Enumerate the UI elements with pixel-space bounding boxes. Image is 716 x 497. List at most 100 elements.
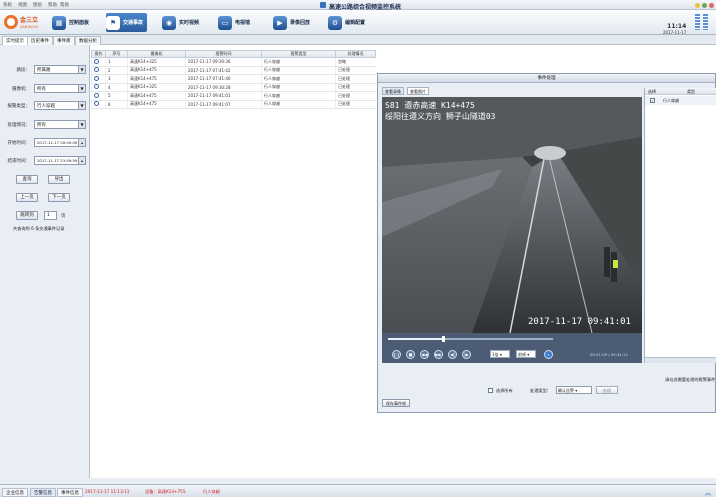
view-icon[interactable] (94, 84, 99, 90)
table-cell: 2017-11-17 09:30:28 (185, 83, 262, 92)
col-time[interactable]: 报警时间 (185, 50, 262, 58)
nav-dashboard[interactable]: ▦ 控制面板 (52, 13, 89, 32)
view-event-cell[interactable] (91, 83, 106, 92)
tab-event-info[interactable]: 事件信息 (57, 488, 83, 497)
menu-layer[interactable]: 图层 (33, 2, 42, 8)
col-action[interactable]: 操作 (91, 50, 106, 58)
view-icon[interactable] (94, 101, 99, 107)
end-time-input[interactable]: 2017-11-17 23:59:59 ▴ (34, 156, 86, 165)
select-all-checkbox[interactable] (488, 388, 493, 393)
view-event-cell[interactable] (91, 91, 106, 101)
handle-type-label: 处理类型： (530, 388, 551, 393)
nav-live-video[interactable]: ◉ 实时视频 (162, 13, 199, 32)
rewind-icon[interactable]: ◀◀ (420, 350, 429, 359)
view-icon[interactable] (94, 75, 99, 81)
menu-help-2[interactable]: 帮助 (60, 2, 69, 8)
playback-time: 09:41:09 / 09:41:12 (590, 352, 628, 357)
tab-alarm-info[interactable]: 告警信息 (30, 488, 56, 497)
chevron-down-icon: ▼ (78, 66, 85, 73)
nav-playback[interactable]: ▶ 录像回放 (273, 13, 310, 32)
prev-page-button[interactable]: 上一页 (16, 193, 38, 202)
camera-value: 所有 (37, 87, 46, 92)
view-event-cell[interactable] (91, 57, 106, 67)
view-event-cell[interactable] (91, 66, 106, 75)
col-camera[interactable]: 摄像机 (127, 50, 186, 58)
clock: 11:14 2017-11-17 (663, 23, 686, 35)
road-value: 所属路 (37, 68, 51, 73)
table-row[interactable]: 2 高速K14+475 2017-11-17 07:41:42 行人穿越 已处理 (91, 66, 376, 75)
camera-label: 摄像机： (12, 87, 30, 92)
end-time-value: 2017-11-17 23:59:59 (37, 158, 78, 163)
road-label: 路段： (16, 68, 31, 73)
handle-button[interactable]: 处理 (596, 386, 618, 394)
camera-select[interactable]: 所有 ▼ (34, 84, 86, 93)
menu-view[interactable]: 视图 (18, 2, 27, 8)
page-input[interactable]: 1 (44, 211, 57, 220)
menu-help[interactable]: 帮助 (48, 2, 57, 8)
tab-view-image[interactable]: 查看图片 (407, 87, 429, 95)
table-cell: 已处理 (335, 66, 376, 75)
jump-button[interactable]: 跳转到 (16, 211, 38, 220)
start-time-input[interactable]: 2017-11-17 00:00:00 ▴ (34, 138, 86, 147)
road-select[interactable]: 所属路 ▼ (34, 65, 86, 74)
table-row[interactable]: 5 高速K14+475 2017-11-17 09:41:01 行人穿越 已处理 (91, 91, 376, 101)
table-cell: 6 (105, 100, 128, 109)
col-status[interactable]: 处理情况 (335, 50, 376, 58)
frame-select[interactable]: 前帧 ▾ (516, 350, 536, 358)
table-cell: 2017-11-17 09:41:01 (185, 91, 262, 101)
playback-controls: ❙❙ ■ ◀◀ ▶▶ ◀| |▶ 1倍 ▾ 前帧 ▾ ⌕ 09:41:09 / … (382, 333, 642, 363)
tab-enterprise-info[interactable]: 企业信息 (2, 488, 28, 497)
nav-accident[interactable]: ⚑ 交通事故 (106, 13, 148, 32)
list-scrollbar[interactable] (645, 357, 716, 363)
handle-select[interactable]: 所有 ▼ (34, 120, 86, 129)
query-button[interactable]: 查询 (16, 175, 38, 184)
tab-event-library[interactable]: 事件库 (53, 36, 75, 45)
alarm-type-select[interactable]: 行人穿越 ▼ (34, 101, 86, 110)
view-icon[interactable] (94, 58, 99, 64)
save-frame-button[interactable]: 保存事件帧 (382, 399, 410, 407)
table-row[interactable]: 3 高速K14+475 2017-11-17 07:41:46 行人穿越 已处理 (91, 74, 376, 84)
view-icon[interactable] (94, 67, 99, 73)
progress-fill (388, 338, 443, 340)
next-page-button[interactable]: 下一页 (48, 193, 70, 202)
alarm-type-label: 报警类型： (7, 104, 31, 109)
table-row[interactable]: 4 高速K14+325 2017-11-17 09:30:28 行人穿越 已处理 (91, 83, 376, 92)
col-type[interactable]: 报警类型 (261, 50, 336, 58)
table-row[interactable]: 1 高速K14+325 2017-11-17 09:30:36 行人穿越 忽略 (91, 57, 376, 67)
close-icon[interactable] (709, 3, 714, 8)
export-button[interactable]: 导出 (48, 175, 70, 184)
stop-icon[interactable]: ■ (406, 350, 415, 359)
handle-type-value: 确认告警 (558, 388, 574, 393)
maximize-icon[interactable] (702, 3, 707, 8)
menu-system[interactable]: 系统 (3, 2, 12, 8)
tab-history[interactable]: 历史事件 (27, 36, 53, 45)
chevron-up-icon[interactable]: ︽ (705, 488, 711, 497)
view-event-cell[interactable] (91, 74, 106, 84)
pause-icon[interactable]: ❙❙ (392, 350, 401, 359)
view-event-cell[interactable] (91, 100, 106, 109)
zoom-icon[interactable]: ⌕ (544, 350, 553, 359)
nav-config[interactable]: ⚙ 编辑配置 (328, 13, 365, 32)
minimize-icon[interactable] (695, 3, 700, 8)
speed-select[interactable]: 1倍 ▾ (490, 350, 510, 358)
list-item[interactable]: ✓ 行人穿越 (645, 96, 716, 105)
title-bar: 系统 视图 图层 帮助 帮助 高速公路综合视频监控系统 (0, 0, 716, 11)
progress-handle[interactable] (442, 336, 445, 342)
tab-realtime[interactable]: 实时提示 (2, 36, 28, 45)
tab-analysis[interactable]: 数据分析 (75, 36, 101, 45)
checkbox[interactable]: ✓ (650, 98, 655, 103)
step-forward-icon[interactable]: |▶ (462, 350, 471, 359)
nav-tv-wall[interactable]: ▭ 电视墙 (218, 13, 250, 32)
config-icon: ⚙ (328, 15, 342, 30)
table-row[interactable]: 6 高速K14+475 2017-11-17 09:41:07 行人穿越 已处理 (91, 100, 376, 109)
step-back-icon[interactable]: ◀| (448, 350, 457, 359)
table-cell: 3 (105, 74, 128, 84)
handle-type-select[interactable]: 确认告警 ▾ (556, 386, 592, 394)
tab-view-video[interactable]: 查看录像 (382, 87, 404, 95)
col-index[interactable]: 序号 (105, 50, 128, 58)
fast-forward-icon[interactable]: ▶▶ (434, 350, 443, 359)
view-icon[interactable] (94, 92, 99, 98)
video-player[interactable]: S81 遵赤高速 K14+475 绥阳往遵义方向 狮子山隧道03 2017-11… (382, 97, 642, 333)
nav-label: 录像回放 (290, 20, 311, 26)
table-cell: 行人穿越 (261, 91, 336, 101)
